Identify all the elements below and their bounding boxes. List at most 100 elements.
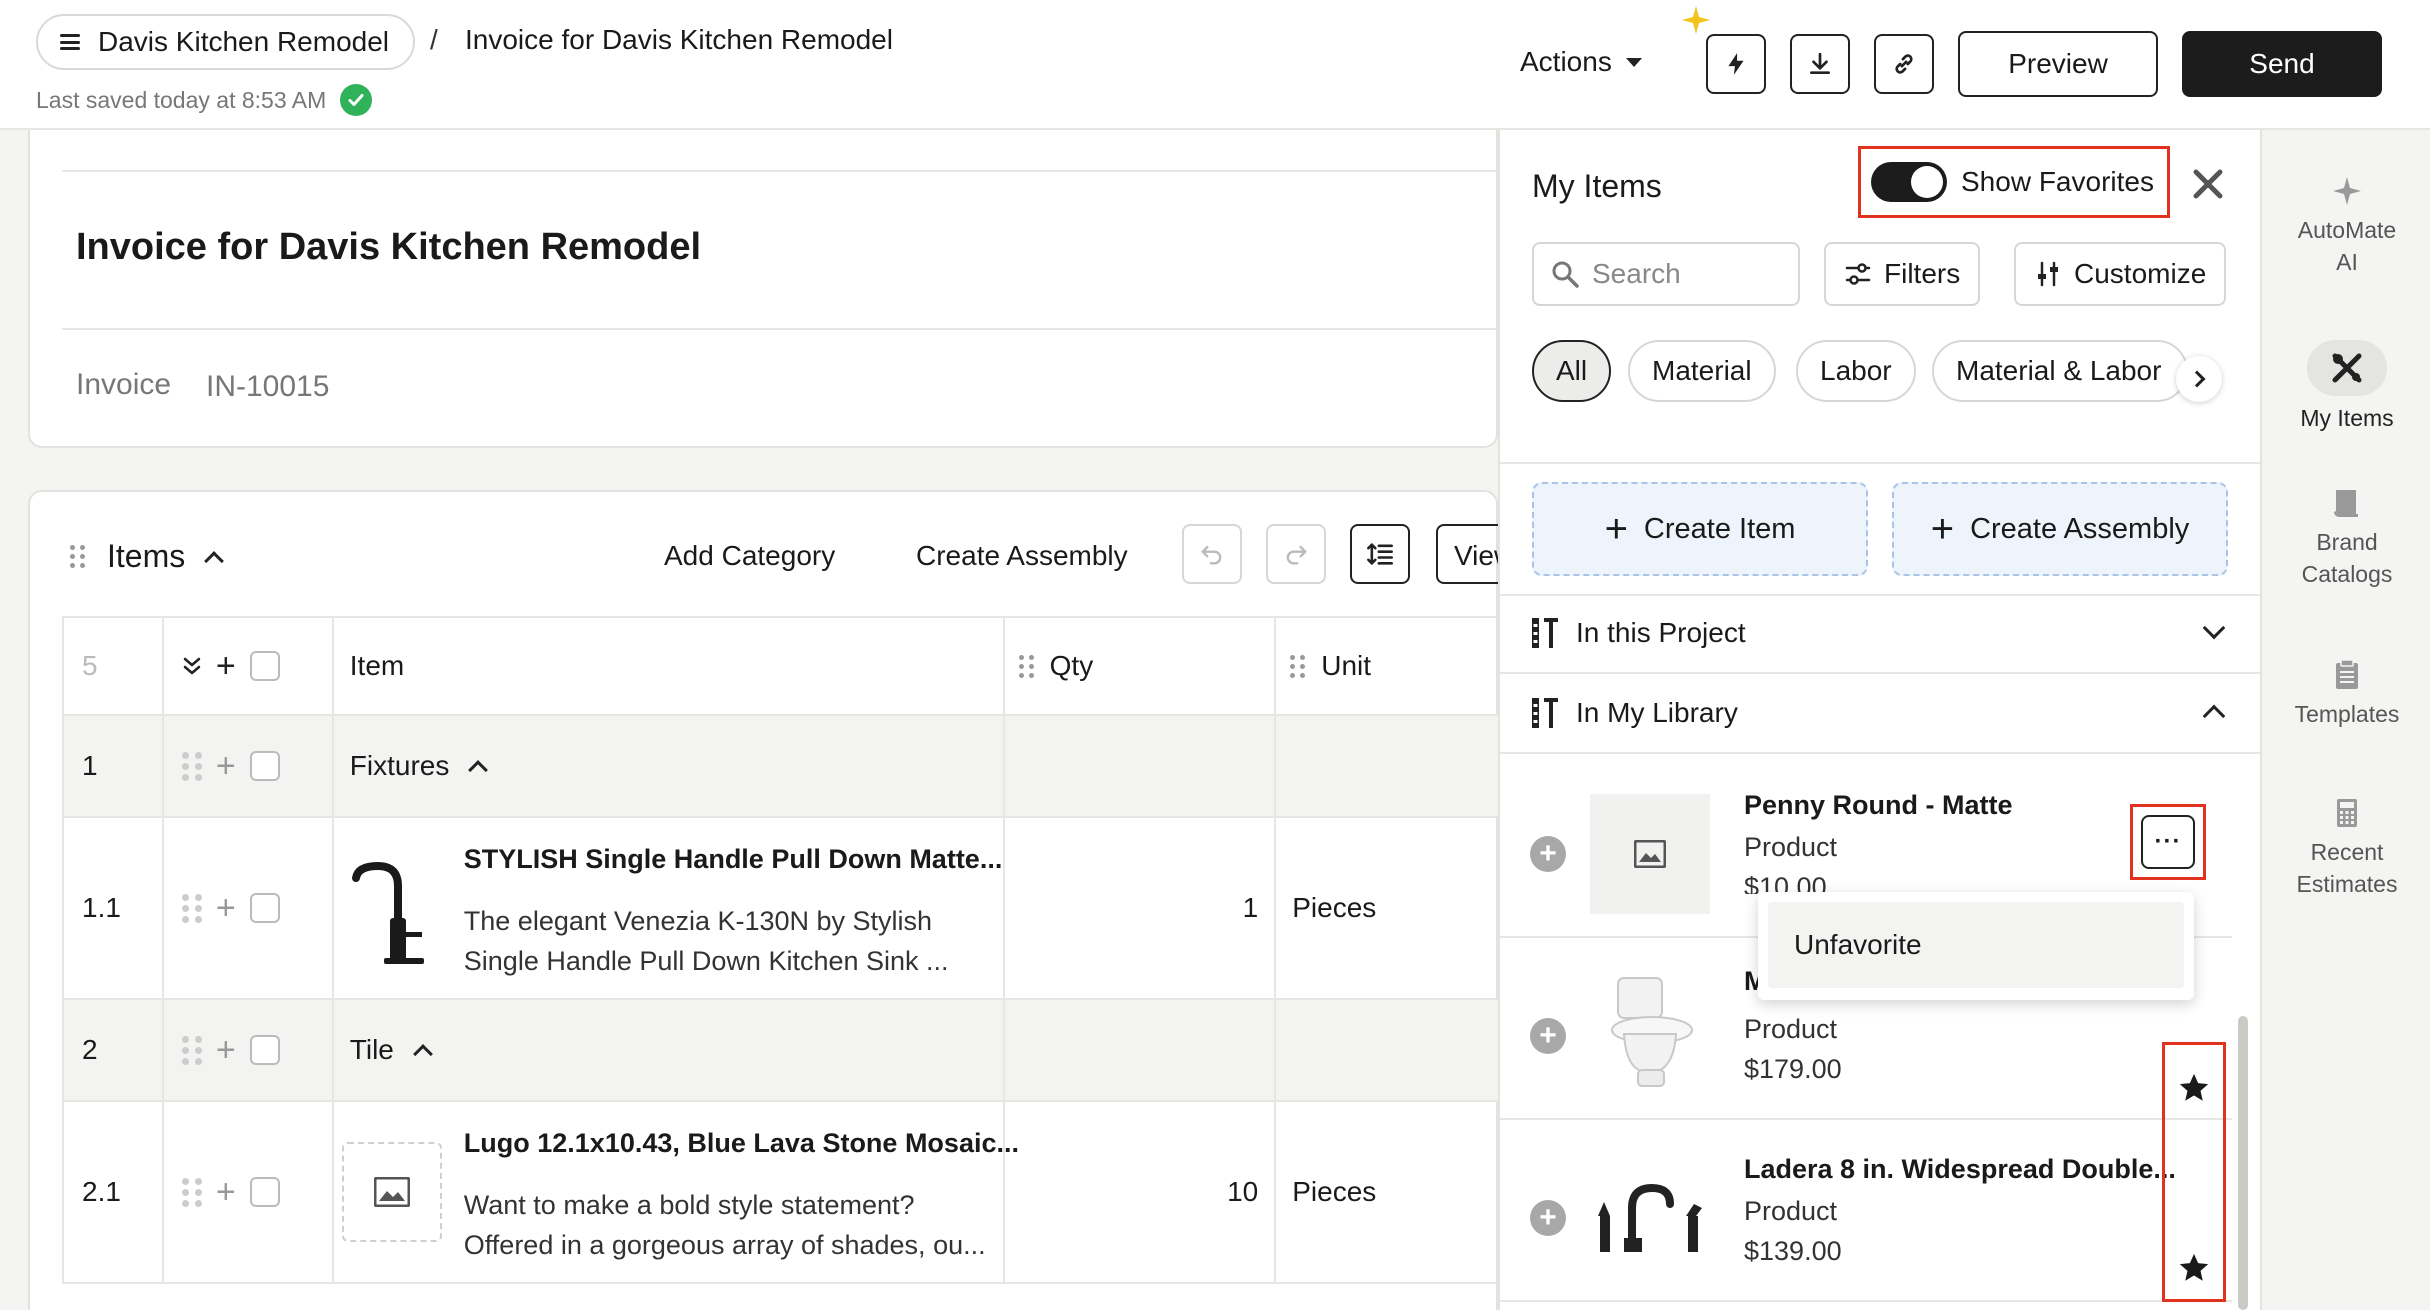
invoice-title[interactable]: Invoice for Davis Kitchen Remodel bbox=[76, 226, 701, 269]
breadcrumb-current: Invoice for Davis Kitchen Remodel bbox=[465, 24, 893, 55]
project-name: Davis Kitchen Remodel bbox=[98, 26, 390, 57]
rail-item-my-items[interactable]: My Items bbox=[2262, 340, 2430, 434]
project-breadcrumb-button[interactable]: Davis Kitchen Remodel bbox=[36, 14, 416, 70]
item-description-line: Single Handle Pull Down Kitchen Sink ... bbox=[463, 946, 949, 976]
row-checkbox[interactable] bbox=[249, 893, 280, 923]
menu-icon bbox=[60, 34, 80, 50]
item-name[interactable]: Lugo 12.1x10.43, Blue Lava Stone Mosaic.… bbox=[464, 1128, 1019, 1159]
section-title: In this Project bbox=[1576, 617, 1746, 648]
column-header-item[interactable]: Item bbox=[331, 616, 1005, 716]
sparkle-icon bbox=[2333, 177, 2361, 205]
actions-dropdown[interactable]: Actions bbox=[1520, 46, 1642, 78]
row-checkbox[interactable] bbox=[249, 751, 280, 781]
collapse-items-icon[interactable] bbox=[204, 550, 225, 571]
preview-button[interactable]: Preview bbox=[1958, 31, 2158, 97]
create-assembly-label: Create Assembly bbox=[1970, 512, 2190, 545]
expand-all-icon[interactable] bbox=[182, 655, 202, 677]
row-checkbox[interactable] bbox=[249, 1035, 280, 1065]
qty-cell[interactable]: 10 bbox=[1002, 1100, 1277, 1284]
close-icon[interactable] bbox=[2190, 166, 2226, 202]
right-rail: AutoMate AI My Items Brand Catalogs Temp… bbox=[2260, 130, 2430, 1310]
chevron-up-icon bbox=[2202, 704, 2226, 728]
widespread-faucet-icon bbox=[1590, 1158, 1710, 1278]
row-height-button[interactable] bbox=[1350, 524, 1410, 584]
rail-item-automate-ai[interactable]: AutoMate AI bbox=[2262, 174, 2430, 278]
rail-item-recent-estimates[interactable]: Recent Estimates bbox=[2262, 796, 2430, 900]
scrollbar[interactable] bbox=[2238, 1016, 2248, 1310]
create-assembly-button[interactable]: Create Assembly bbox=[916, 540, 1128, 572]
rail-item-brand-catalogs[interactable]: Brand Catalogs bbox=[2262, 486, 2430, 590]
item-name[interactable]: STYLISH Single Handle Pull Down Matte... bbox=[464, 844, 1003, 875]
chip-material[interactable]: Material bbox=[1628, 340, 1776, 402]
send-button[interactable]: Send bbox=[2182, 31, 2382, 97]
drag-handle-icon[interactable] bbox=[1018, 654, 1034, 678]
star-icon[interactable] bbox=[2177, 1071, 2211, 1105]
unfavorite-menu-item[interactable]: Unfavorite bbox=[1768, 902, 2184, 988]
qty-label: Qty bbox=[1049, 650, 1094, 681]
chip-material-labor[interactable]: Material & Labor bbox=[1932, 340, 2188, 402]
filters-button[interactable]: Filters bbox=[1824, 242, 1981, 306]
select-all-checkbox[interactable] bbox=[249, 651, 280, 681]
collapse-category-icon[interactable] bbox=[468, 760, 489, 780]
row-checkbox[interactable] bbox=[249, 1177, 280, 1207]
drag-handle-icon[interactable] bbox=[1290, 654, 1306, 678]
chevron-right-icon bbox=[2188, 370, 2206, 388]
download-button[interactable] bbox=[1790, 34, 1850, 94]
automate-button[interactable] bbox=[1706, 34, 1766, 94]
section-in-my-library[interactable]: In My Library bbox=[1500, 674, 2262, 752]
collapse-category-icon[interactable] bbox=[412, 1044, 433, 1064]
image-placeholder-icon bbox=[341, 1142, 442, 1242]
rail-label: AutoMate bbox=[2297, 217, 2397, 243]
item-description-line: The elegant Venezia K-130N by Stylish bbox=[463, 906, 933, 936]
section-in-this-project[interactable]: In this Project bbox=[1500, 594, 2262, 672]
drag-handle-icon[interactable] bbox=[181, 751, 202, 781]
item-description-line: Offered in a gorgeous array of shades, o… bbox=[463, 1230, 986, 1260]
download-icon bbox=[1809, 52, 1831, 75]
library-item-type: Product bbox=[1744, 1196, 1838, 1226]
top-header: Davis Kitchen Remodel / Invoice for Davi… bbox=[0, 0, 2430, 130]
drag-handle-icon[interactable] bbox=[181, 1177, 202, 1207]
drag-handle-icon[interactable] bbox=[70, 545, 85, 568]
customize-button[interactable]: Customize bbox=[2014, 242, 2227, 306]
add-row-icon[interactable]: + bbox=[216, 1175, 236, 1209]
add-row-icon[interactable]: + bbox=[216, 891, 236, 925]
copy-link-button[interactable] bbox=[1874, 34, 1934, 94]
column-header-unit[interactable]: Unit bbox=[1274, 616, 1502, 716]
add-category-button[interactable]: Add Category bbox=[664, 540, 835, 572]
chip-labor[interactable]: Labor bbox=[1796, 340, 1916, 402]
rail-item-templates[interactable]: Templates bbox=[2262, 658, 2430, 730]
add-row-icon[interactable]: + bbox=[216, 1033, 236, 1067]
add-row-icon[interactable]: + bbox=[216, 749, 236, 783]
search-input[interactable]: Search bbox=[1532, 242, 1800, 306]
table-row[interactable]: 2.1 + Lugo 12.1x10.43, Blue Lava Stone M… bbox=[62, 1100, 1502, 1284]
drag-handle-icon[interactable] bbox=[181, 893, 202, 923]
column-header-qty[interactable]: Qty bbox=[1002, 616, 1277, 716]
table-row[interactable]: 1.1 + STYLISH Single Handle Pull Down Ma… bbox=[62, 816, 1502, 1000]
category-row[interactable]: 1 + Fixtures bbox=[62, 714, 1502, 818]
add-row-icon[interactable]: + bbox=[216, 649, 236, 683]
unit-cell[interactable]: Pieces bbox=[1274, 816, 1502, 1000]
line-spacing-icon bbox=[1367, 543, 1393, 565]
chips-scroll-right-button[interactable] bbox=[2176, 356, 2222, 402]
more-options-button[interactable]: ··· bbox=[2141, 815, 2195, 869]
faucet-icon bbox=[351, 861, 424, 964]
show-favorites-toggle-group: Show Favorites bbox=[1858, 146, 2170, 218]
add-item-icon[interactable]: + bbox=[1530, 1018, 1566, 1054]
chevron-down-icon bbox=[1625, 57, 1642, 67]
rail-label: AI bbox=[2336, 249, 2358, 275]
show-favorites-toggle[interactable] bbox=[1871, 162, 1947, 202]
qty-cell[interactable]: 1 bbox=[1002, 816, 1277, 1000]
drag-handle-icon[interactable] bbox=[181, 1035, 202, 1065]
create-item-button[interactable]: + Create Item bbox=[1532, 482, 1868, 576]
create-assembly-panel-button[interactable]: + Create Assembly bbox=[1892, 482, 2228, 576]
list-item[interactable]: + Ladera 8 in. Widespread Double... Prod… bbox=[1500, 1120, 2232, 1302]
star-icon[interactable] bbox=[2177, 1251, 2211, 1285]
chip-all[interactable]: All bbox=[1532, 340, 1612, 402]
invoice-number-field[interactable]: IN-10015 bbox=[206, 370, 329, 404]
category-row[interactable]: 2 + Tile bbox=[62, 998, 1502, 1102]
redo-button[interactable] bbox=[1266, 524, 1326, 584]
unit-cell[interactable]: Pieces bbox=[1274, 1100, 1502, 1284]
add-item-icon[interactable]: + bbox=[1530, 1200, 1566, 1236]
undo-button[interactable] bbox=[1182, 524, 1242, 584]
add-item-icon[interactable]: + bbox=[1530, 836, 1566, 872]
